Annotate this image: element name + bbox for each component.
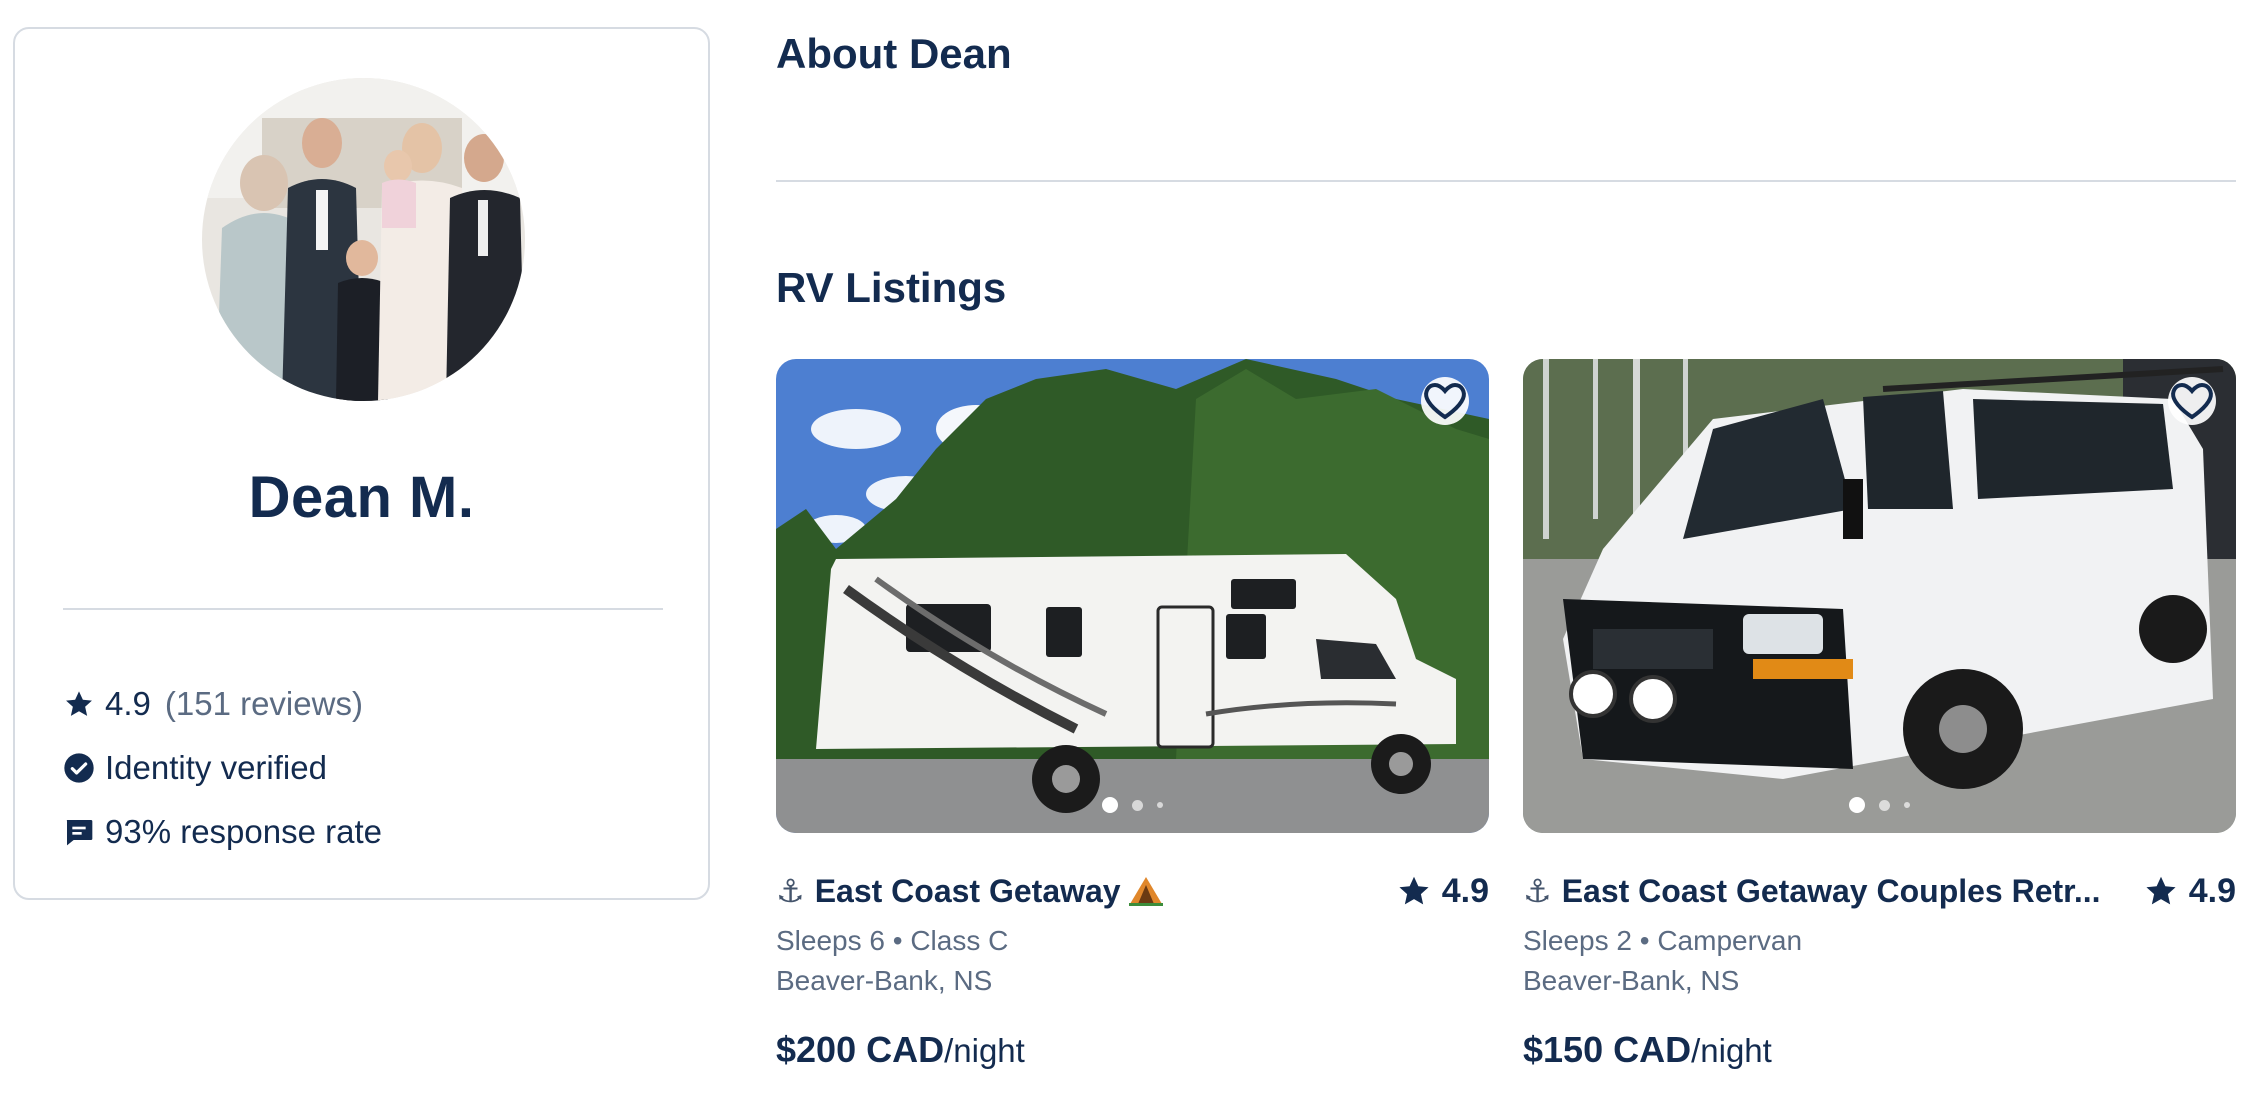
carousel-dot[interactable] [1879,799,1890,811]
listing-price: $150 CAD/night [1523,1029,2236,1071]
star-icon [63,688,95,720]
listing-price-unit: /night [1691,1032,1772,1069]
listing-location: Beaver-Bank, NS [1523,965,1740,996]
card-divider [63,608,663,610]
listing-specs: Sleeps 2 • Campervan [1523,925,1803,956]
check-badge-icon [63,752,95,784]
listing-title-row: ⚓ East Coast Getaway 4.9 [776,869,1489,913]
anchor-icon: ⚓ [1523,872,1552,910]
photo-carousel-dots[interactable] [1523,797,2236,813]
anchor-icon: ⚓ [776,872,805,910]
listing-title-row: ⚓ East Coast Getaway Couples Retr... 4.9 [1523,869,2236,913]
carousel-dot[interactable] [1157,802,1163,808]
listing-rating: 4.9 [2143,869,2236,913]
heart-icon [1424,382,1466,420]
identity-verified-row: Identity verified [63,746,327,790]
listing-price: $200 CAD/night [776,1029,1489,1071]
listing-rating-value: 4.9 [2188,871,2236,910]
photo-carousel-dots[interactable] [776,797,1489,813]
listing-card[interactable]: ⚓ East Coast Getaway Couples Retr... 4.9… [1523,359,2236,1071]
carousel-dot[interactable] [1102,797,1118,813]
identity-verified-label: Identity verified [105,749,327,786]
listing-photo[interactable] [1523,359,2236,833]
host-rating-row: 4.9 (151 reviews) [63,682,363,726]
host-rating-value: 4.9 [105,685,151,722]
listing-location: Beaver-Bank, NS [776,965,993,996]
star-icon [1399,876,1429,905]
heart-icon [2171,382,2213,420]
rv-listings-heading: RV Listings [776,264,1007,311]
about-heading: About Dean [776,30,1012,77]
carousel-dot[interactable] [1132,799,1143,811]
favorite-button[interactable] [2168,377,2216,425]
star-icon [2146,876,2176,905]
response-rate-label: 93% response rate [105,813,383,850]
listing-card[interactable]: ⚓ East Coast Getaway 4.9 Sleeps 6 • Clas… [776,359,1489,1071]
listing-specs: Sleeps 6 • Class C [776,925,1009,956]
listing-rating: 4.9 [1396,869,1489,913]
listing-price-unit: /night [944,1032,1025,1069]
favorite-button[interactable] [1421,377,1469,425]
host-avatar [202,78,525,401]
listing-title[interactable]: East Coast Getaway [815,873,1121,910]
host-reviews-link[interactable]: (151 reviews) [165,685,363,723]
host-name: Dean M. [248,465,475,530]
listing-price-value: $150 CAD [1523,1029,1692,1070]
tent-icon [1128,877,1163,906]
listing-rating-value: 4.9 [1441,871,1489,910]
carousel-dot[interactable] [1904,802,1910,808]
host-profile-card: Dean M. 4.9 (151 reviews) Identity verif… [13,27,710,900]
listing-price-value: $200 CAD [776,1029,945,1070]
response-rate-row: 93% response rate [63,810,382,854]
chat-icon [63,816,95,848]
listing-title[interactable]: East Coast Getaway Couples Retr... [1562,873,2101,910]
carousel-dot[interactable] [1849,797,1865,813]
section-divider [776,180,2236,182]
listing-photo[interactable] [776,359,1489,833]
